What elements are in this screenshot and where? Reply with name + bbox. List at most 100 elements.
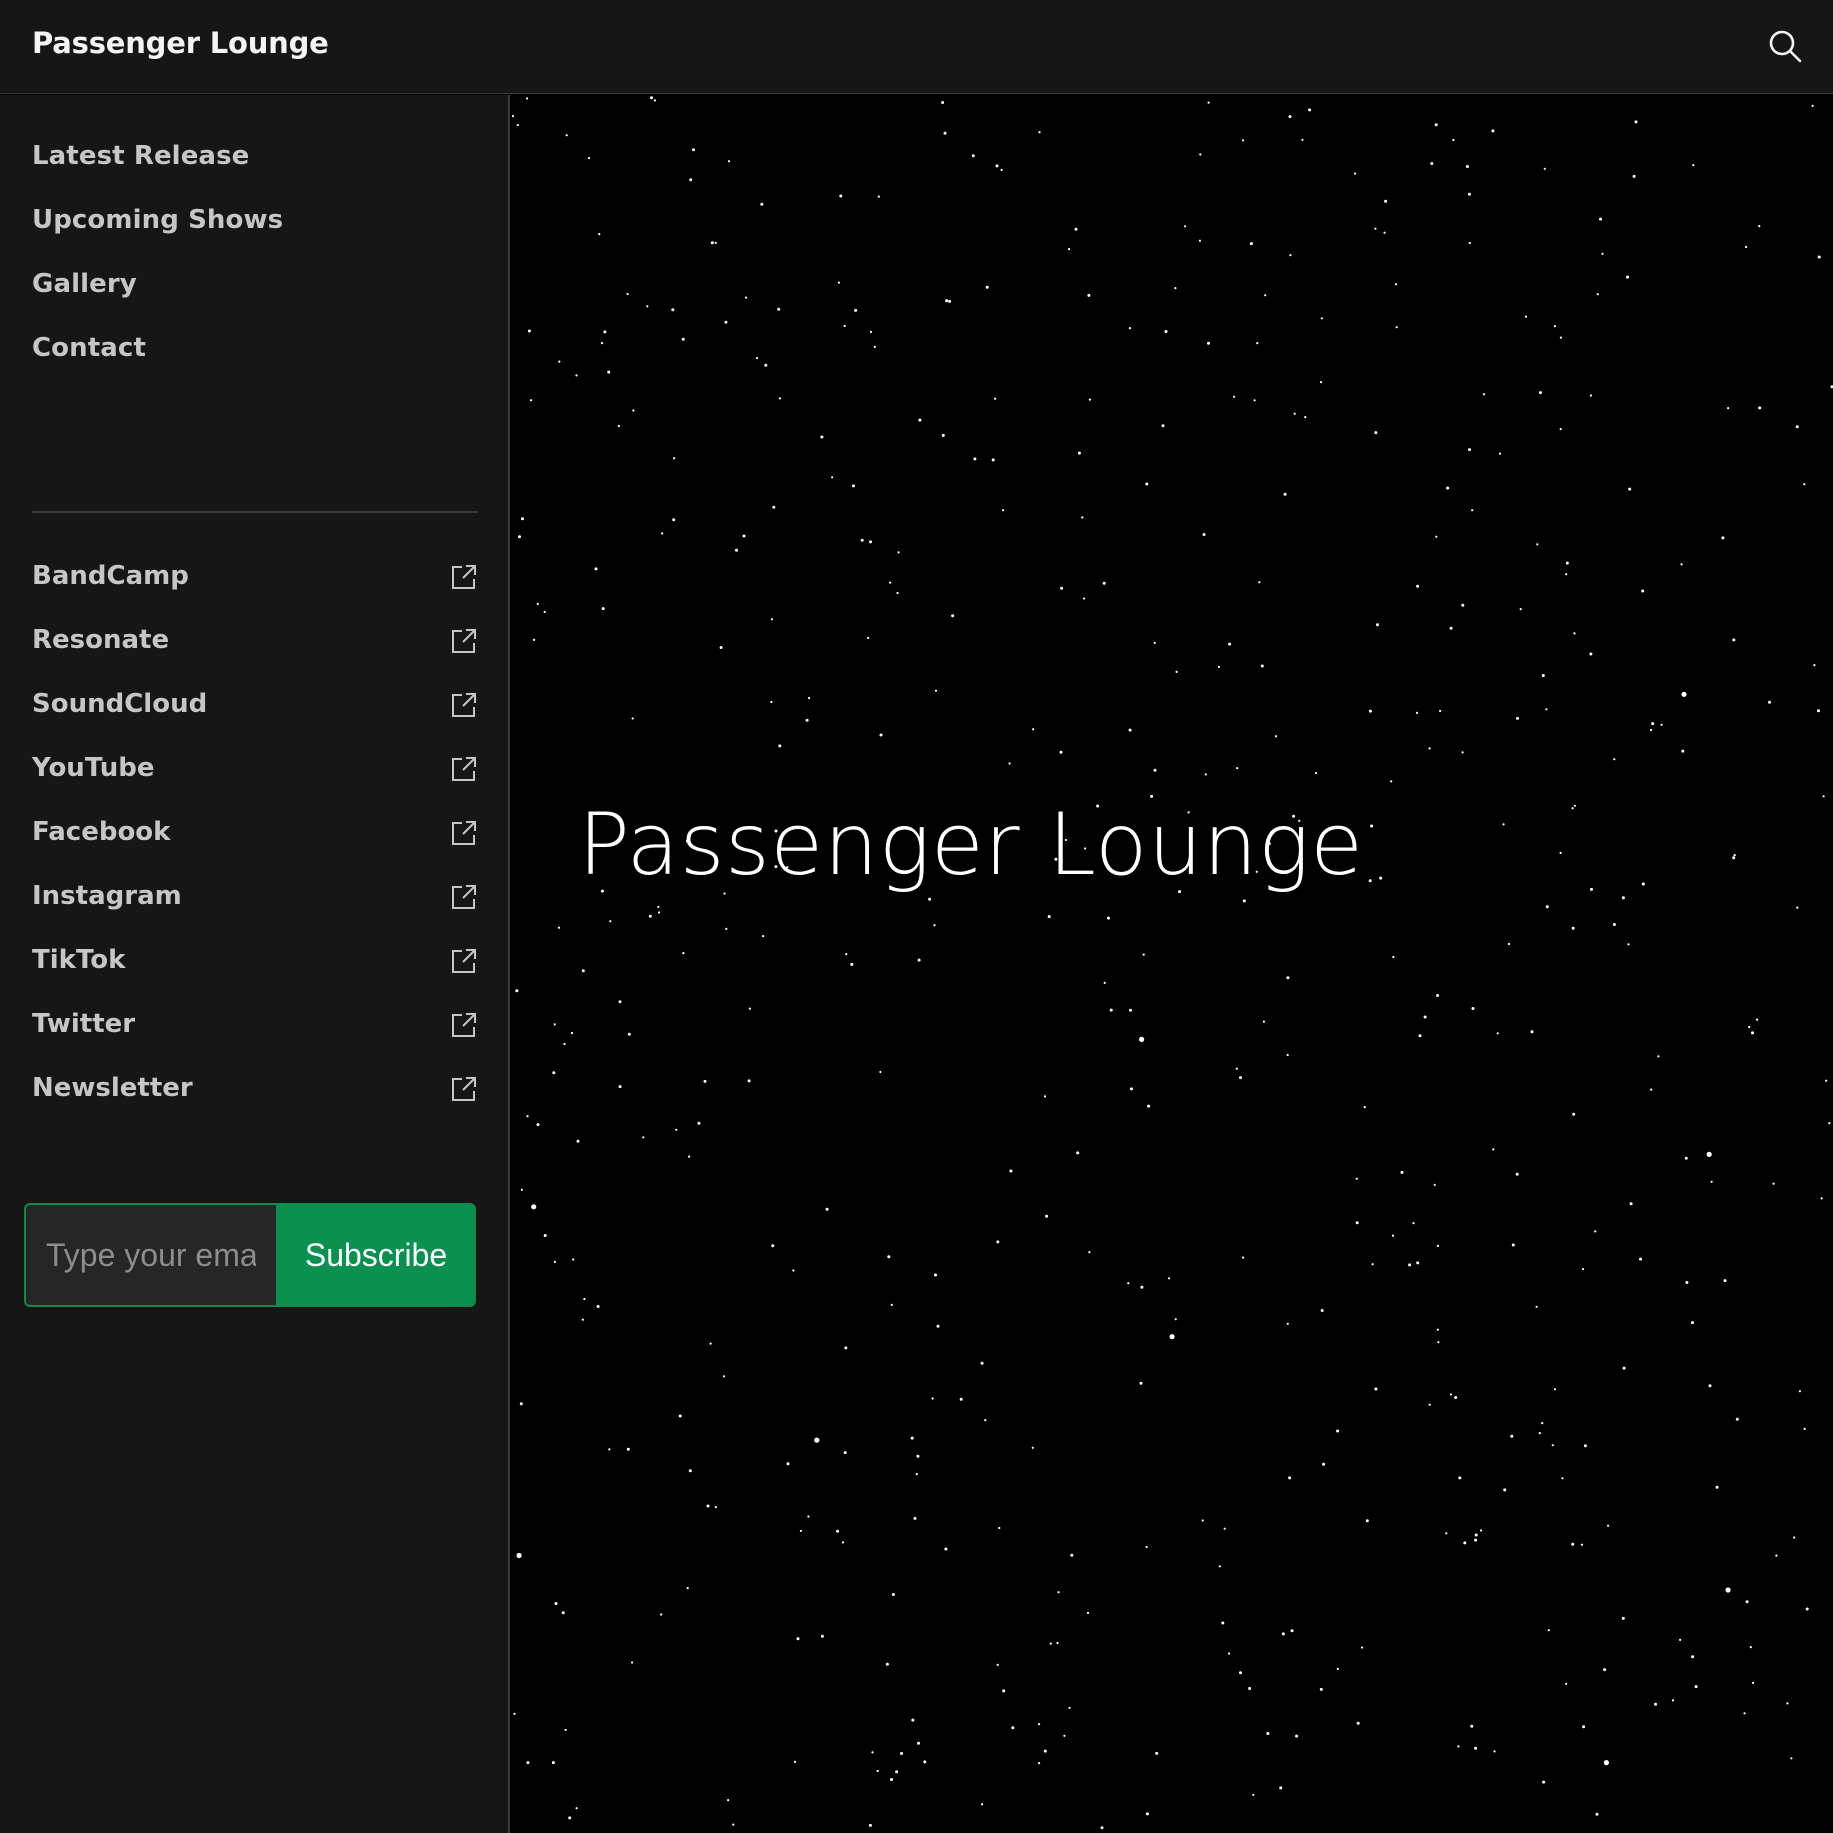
- star: [1129, 1008, 1132, 1012]
- nav-latest-release[interactable]: Latest Release: [32, 141, 249, 171]
- star: [1049, 1642, 1052, 1645]
- nav-gallery[interactable]: Gallery: [32, 269, 137, 299]
- star: [1694, 1685, 1698, 1689]
- star: [762, 935, 765, 938]
- star: [1679, 1638, 1682, 1641]
- star: [1603, 1668, 1607, 1672]
- star: [1621, 896, 1625, 900]
- star: [844, 1346, 848, 1350]
- external-link-icon: [452, 693, 476, 717]
- star: [564, 1728, 567, 1732]
- external-link-newsletter[interactable]: Newsletter: [32, 1069, 478, 1109]
- star: [607, 370, 611, 374]
- star: [1161, 424, 1165, 428]
- star: [1436, 1244, 1439, 1247]
- star: [1691, 1655, 1695, 1659]
- star: [1011, 1726, 1015, 1730]
- star: [660, 1613, 663, 1616]
- star: [1283, 492, 1287, 496]
- star: [1077, 451, 1081, 455]
- external-link-bandcamp[interactable]: BandCamp: [32, 557, 478, 597]
- external-link-label: YouTube: [32, 753, 155, 783]
- star: [1596, 293, 1599, 296]
- star: [1262, 1020, 1265, 1023]
- external-link-twitter[interactable]: Twitter: [32, 1005, 478, 1045]
- star: [897, 551, 900, 554]
- star: [1423, 1015, 1427, 1019]
- star: [911, 1718, 915, 1722]
- star: [1627, 943, 1630, 946]
- star: [1594, 1230, 1597, 1233]
- star: [916, 1454, 920, 1458]
- star: [1589, 394, 1592, 397]
- star: [1319, 1687, 1323, 1691]
- star: [994, 397, 997, 400]
- external-link-icon: [452, 565, 476, 589]
- subscribe-button[interactable]: Subscribe: [276, 1205, 474, 1305]
- star: [1732, 856, 1736, 860]
- star: [1439, 709, 1442, 713]
- star: [843, 324, 846, 328]
- star: [1252, 1793, 1255, 1796]
- site-title[interactable]: Passenger Lounge: [32, 26, 329, 60]
- star: [1428, 747, 1431, 750]
- star: [1483, 393, 1486, 396]
- external-link-resonate[interactable]: Resonate: [32, 621, 478, 661]
- star: [1775, 1554, 1778, 1557]
- external-link-instagram[interactable]: Instagram: [32, 877, 478, 917]
- star: [1100, 1826, 1104, 1830]
- external-link-icon: [452, 629, 476, 653]
- star: [1281, 1632, 1285, 1636]
- email-input[interactable]: [26, 1205, 276, 1305]
- nav-upcoming-shows[interactable]: Upcoming Shows: [32, 205, 283, 235]
- star: [991, 458, 995, 462]
- star: [1749, 1646, 1752, 1649]
- star: [1070, 1553, 1074, 1557]
- star: [1572, 1112, 1576, 1116]
- star: [516, 124, 519, 127]
- external-link-tiktok[interactable]: TikTok: [32, 941, 478, 981]
- star: [681, 337, 685, 341]
- star: [1650, 728, 1653, 732]
- star: [1153, 641, 1156, 645]
- star: [521, 517, 524, 521]
- star: [1320, 317, 1323, 320]
- star: [845, 953, 848, 956]
- star: [697, 1121, 701, 1125]
- star: [551, 1761, 555, 1765]
- search-button[interactable]: [1761, 22, 1809, 70]
- star: [1279, 1786, 1283, 1790]
- star: [1651, 722, 1655, 726]
- star: [820, 1634, 824, 1638]
- star: [1083, 597, 1086, 600]
- star: [1038, 131, 1041, 134]
- nav-contact[interactable]: Contact: [32, 333, 146, 363]
- star: [959, 1397, 963, 1401]
- star: [1060, 586, 1064, 590]
- star: [1242, 899, 1246, 903]
- star: [1169, 1334, 1175, 1340]
- star: [689, 178, 693, 182]
- external-link-soundcloud[interactable]: SoundCloud: [32, 685, 478, 725]
- star: [1223, 1527, 1226, 1530]
- star: [1798, 1390, 1801, 1393]
- star: [1293, 412, 1296, 415]
- star: [719, 646, 723, 649]
- star: [1590, 887, 1593, 891]
- external-link-label: TikTok: [32, 945, 126, 975]
- star: [755, 357, 759, 360]
- star: [869, 330, 872, 333]
- star: [1684, 1156, 1688, 1160]
- star: [1374, 431, 1378, 435]
- subscribe-form: Subscribe: [24, 1203, 476, 1307]
- external-link-facebook[interactable]: Facebook: [32, 813, 478, 853]
- star: [1434, 123, 1438, 127]
- star: [1437, 1341, 1440, 1344]
- star: [565, 134, 568, 137]
- star: [1796, 906, 1799, 909]
- star: [1228, 1652, 1231, 1655]
- external-link-youtube[interactable]: YouTube: [32, 749, 478, 789]
- star: [995, 164, 999, 168]
- star: [688, 1155, 691, 1158]
- star: [1221, 1621, 1225, 1625]
